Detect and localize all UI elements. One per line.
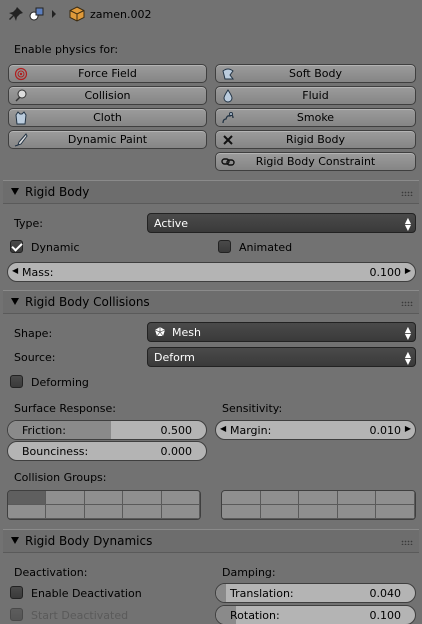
friction-field[interactable]: Friction: 0.500 bbox=[7, 420, 207, 440]
decrement-arrow-icon[interactable]: ◀ bbox=[220, 424, 226, 433]
force-field-icon bbox=[13, 66, 29, 82]
damping-label: Damping: bbox=[222, 566, 276, 579]
collision-group-cell[interactable] bbox=[84, 491, 124, 505]
collision-group-cell[interactable] bbox=[84, 505, 124, 519]
start-deactivated-label: Start Deactivated bbox=[31, 609, 129, 622]
collision-group-cell[interactable] bbox=[337, 505, 377, 519]
dynamic-label: Dynamic bbox=[31, 241, 80, 254]
dynamic-paint-icon bbox=[13, 132, 29, 148]
panel-title: Rigid Body bbox=[25, 185, 90, 199]
collision-group-cell[interactable] bbox=[299, 491, 338, 505]
type-label: Type: bbox=[14, 217, 43, 230]
dynamic-paint-button[interactable]: Dynamic Paint bbox=[8, 130, 207, 149]
collision-groups-grid-left bbox=[7, 490, 201, 520]
cloth-icon bbox=[13, 110, 29, 126]
sensitivity-label: Sensitivity: bbox=[222, 402, 283, 415]
rigid-body-constraint-button[interactable]: Rigid Body Constraint bbox=[215, 152, 416, 171]
panel-title: Rigid Body Collisions bbox=[25, 295, 150, 309]
force-field-button[interactable]: Force Field bbox=[8, 64, 207, 83]
decrement-arrow-icon[interactable]: ◀ bbox=[12, 266, 18, 275]
fluid-icon bbox=[220, 88, 236, 104]
collision-button[interactable]: Collision bbox=[8, 86, 207, 105]
enable-physics-label: Enable physics for: bbox=[14, 43, 119, 56]
arrow-icon bbox=[50, 8, 58, 23]
collision-group-cell[interactable] bbox=[222, 505, 261, 519]
type-dropdown[interactable]: Active ▲ ▼ bbox=[147, 213, 416, 233]
drag-grip-icon[interactable] bbox=[401, 191, 413, 196]
collision-group-cell[interactable] bbox=[376, 491, 415, 505]
enable-deactivation-label: Enable Deactivation bbox=[31, 587, 142, 600]
mass-field[interactable]: ◀ Mass: 0.100 ▶ bbox=[7, 262, 416, 282]
collision-group-cell[interactable] bbox=[46, 491, 85, 505]
collision-groups-label: Collision Groups: bbox=[14, 471, 107, 484]
collision-group-cell[interactable] bbox=[161, 505, 200, 519]
deactivation-label: Deactivation: bbox=[14, 566, 88, 579]
pin-icon[interactable] bbox=[8, 6, 24, 25]
collision-icon bbox=[13, 88, 29, 104]
object-name: zamen.002 bbox=[90, 8, 152, 21]
collision-group-cell[interactable] bbox=[222, 491, 261, 505]
updown-arrow-icon: ▲ ▼ bbox=[404, 216, 411, 232]
collapse-triangle-icon bbox=[11, 188, 19, 195]
collapse-triangle-icon bbox=[11, 298, 19, 305]
soft-body-button[interactable]: Soft Body bbox=[215, 64, 416, 83]
panel-title: Rigid Body Dynamics bbox=[25, 534, 153, 548]
soft-body-icon bbox=[220, 66, 236, 82]
animated-checkbox[interactable] bbox=[218, 240, 231, 253]
collision-group-cell[interactable] bbox=[8, 491, 47, 505]
close-icon bbox=[220, 132, 236, 148]
translation-fill bbox=[216, 584, 226, 602]
shape-dropdown[interactable]: Mesh ▲ ▼ bbox=[147, 322, 416, 342]
animated-label: Animated bbox=[239, 241, 293, 254]
header-bar: zamen.002 bbox=[0, 0, 422, 30]
dynamics-panel-header[interactable]: Rigid Body Dynamics bbox=[3, 529, 419, 553]
bounciness-field[interactable]: Bounciness: 0.000 bbox=[7, 441, 207, 461]
collision-group-cell[interactable] bbox=[376, 505, 415, 519]
collision-groups-grid-right bbox=[221, 490, 416, 520]
surface-response-label: Surface Response: bbox=[14, 402, 116, 415]
shape-label: Shape: bbox=[14, 327, 53, 340]
cloth-button[interactable]: Cloth bbox=[8, 108, 207, 127]
collision-group-cell[interactable] bbox=[299, 505, 338, 519]
fluid-button[interactable]: Fluid bbox=[215, 86, 416, 105]
source-dropdown[interactable]: Deform ▲ ▼ bbox=[147, 347, 416, 367]
collision-group-cell[interactable] bbox=[123, 491, 162, 505]
collision-group-cell[interactable] bbox=[260, 491, 300, 505]
start-deactivated-checkbox bbox=[10, 608, 23, 621]
margin-field[interactable]: ◀ Margin: 0.010 ▶ bbox=[215, 420, 416, 440]
collision-group-cell[interactable] bbox=[337, 491, 377, 505]
increment-arrow-icon[interactable]: ▶ bbox=[405, 424, 411, 433]
collision-group-cell[interactable] bbox=[260, 505, 300, 519]
translation-field[interactable]: Translation: 0.040 bbox=[215, 583, 416, 603]
rigid-body-panel-header[interactable]: Rigid Body bbox=[3, 180, 419, 204]
rotation-field[interactable]: Rotation: 0.100 bbox=[215, 605, 416, 624]
collapse-triangle-icon bbox=[11, 537, 19, 544]
collision-group-cell[interactable] bbox=[123, 505, 162, 519]
rigid-body-button[interactable]: Rigid Body bbox=[215, 130, 416, 149]
collision-group-cell[interactable] bbox=[161, 491, 200, 505]
mesh-icon bbox=[148, 326, 166, 338]
enable-deactivation-checkbox[interactable] bbox=[10, 586, 23, 599]
source-label: Source: bbox=[14, 351, 56, 364]
deforming-label: Deforming bbox=[31, 376, 89, 389]
updown-arrow-icon: ▲ ▼ bbox=[404, 350, 411, 366]
collision-group-cell[interactable] bbox=[46, 505, 85, 519]
collisions-panel-header[interactable]: Rigid Body Collisions bbox=[3, 290, 419, 314]
cube-icon bbox=[69, 6, 85, 25]
scene-icon bbox=[28, 5, 46, 26]
smoke-button[interactable]: Smoke bbox=[215, 108, 416, 127]
deforming-checkbox[interactable] bbox=[10, 375, 23, 388]
increment-arrow-icon[interactable]: ▶ bbox=[405, 266, 411, 275]
link-icon bbox=[220, 154, 236, 170]
drag-grip-icon[interactable] bbox=[401, 540, 413, 545]
updown-arrow-icon: ▲ ▼ bbox=[404, 325, 411, 341]
drag-grip-icon[interactable] bbox=[401, 301, 413, 306]
collision-group-cell[interactable] bbox=[8, 505, 47, 519]
dynamic-checkbox[interactable] bbox=[10, 240, 23, 253]
smoke-icon bbox=[220, 110, 236, 126]
